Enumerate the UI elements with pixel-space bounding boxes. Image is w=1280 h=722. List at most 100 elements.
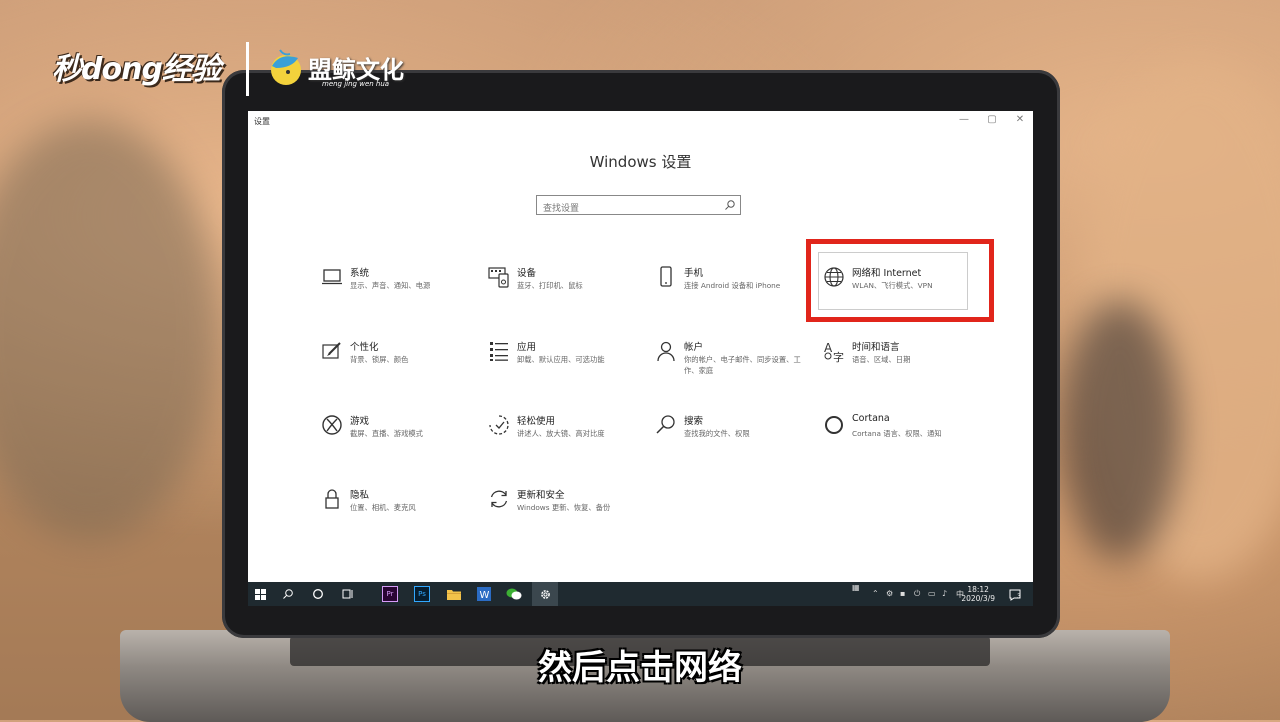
- tray-app-icon[interactable]: ▪: [900, 589, 905, 598]
- taskbar-app-settings[interactable]: [532, 582, 558, 606]
- minimize-button[interactable]: —: [956, 114, 972, 125]
- tile-time-language[interactable]: A字 时间和语言 语音、区域、日期: [822, 337, 972, 385]
- svg-text:字: 字: [833, 350, 844, 363]
- tile-ease-of-access[interactable]: 轻松使用 讲述人、放大镜、高对比度: [487, 411, 637, 459]
- taskbar: Pr Ps W ▦ ⌃ ⚙ ▪ ⏻ ▭ ♪ 中 18:12 2020/3/9 3: [248, 582, 1033, 606]
- ease-of-access-icon: [489, 415, 509, 435]
- task-view-button[interactable]: [336, 582, 360, 606]
- show-hidden-icons-chevron-icon[interactable]: ⌃: [872, 589, 879, 598]
- app-title: 设置: [254, 117, 270, 126]
- tile-subtitle: Cortana 语言、权限、通知: [852, 429, 942, 438]
- whale-logo-icon: [271, 49, 301, 85]
- taskbar-app-premiere[interactable]: Pr: [378, 582, 402, 606]
- tile-subtitle: 显示、声音、通知、电源: [350, 281, 431, 290]
- tile-title: 帐户: [684, 342, 704, 353]
- search-icon: [725, 200, 735, 210]
- maximize-button[interactable]: ▢: [984, 114, 1000, 125]
- clock-time: 18:12: [967, 585, 989, 594]
- tile-system[interactable]: 系统 显示、声音、通知、电源: [320, 263, 470, 311]
- tile-subtitle: 连接 Android 设备和 iPhone: [684, 281, 781, 290]
- brand-logo: 秒dong经验: [52, 52, 221, 87]
- tile-title: 游戏: [350, 416, 370, 427]
- tile-subtitle: 蓝牙、打印机、鼠标: [517, 281, 583, 290]
- background-blur: [0, 120, 220, 540]
- tile-accounts[interactable]: 帐户 你的帐户、电子邮件、同步设置、工作、家庭: [654, 337, 804, 385]
- wechat-icon: [506, 588, 522, 600]
- tile-phone[interactable]: 手机 连接 Android 设备和 iPhone: [654, 263, 804, 311]
- tile-subtitle: 讲述人、放大镜、高对比度: [517, 429, 605, 438]
- person-icon: [657, 341, 675, 362]
- phone-icon: [660, 266, 672, 287]
- taskbar-app-photoshop[interactable]: Ps: [410, 582, 434, 606]
- search-box[interactable]: [536, 195, 741, 218]
- volume-icon[interactable]: ♪: [942, 589, 947, 598]
- background-blur: [1060, 300, 1180, 560]
- search-input[interactable]: [541, 200, 725, 218]
- close-button[interactable]: ✕: [1012, 114, 1028, 125]
- photoshop-icon: Ps: [414, 586, 430, 602]
- search-icon: [656, 415, 675, 434]
- update-icon: [490, 490, 508, 508]
- xbox-icon: [322, 415, 342, 435]
- tile-title: 个性化: [350, 342, 379, 353]
- premiere-icon: Pr: [382, 586, 398, 602]
- start-button[interactable]: [248, 582, 272, 606]
- tile-apps[interactable]: 应用 卸载、默认应用、可选功能: [487, 337, 637, 385]
- tile-title: 轻松使用: [517, 416, 556, 427]
- time-language-icon: A字: [824, 341, 844, 363]
- title-bar: 设置 — ▢ ✕: [248, 111, 1033, 133]
- clock[interactable]: 18:12 2020/3/9: [961, 585, 995, 603]
- svg-text:W: W: [480, 590, 490, 601]
- partner-logo-subtitle: meng jing wen hua: [322, 80, 390, 88]
- word-icon: W: [477, 587, 491, 601]
- cortana-icon: [825, 416, 843, 434]
- tile-devices[interactable]: 设备 蓝牙、打印机、鼠标: [487, 263, 637, 311]
- tile-personalization[interactable]: 个性化 背景、锁屏、颜色: [320, 337, 470, 385]
- taskbar-search-button[interactable]: [276, 582, 300, 606]
- tile-gaming[interactable]: 游戏 截屏、直播、游戏模式: [320, 411, 470, 459]
- lock-icon: [325, 489, 339, 509]
- gear-icon: [540, 589, 550, 599]
- taskbar-app-word[interactable]: W: [472, 582, 496, 606]
- search-icon: [283, 589, 293, 599]
- tile-title: Cortana: [852, 413, 890, 424]
- apps-list-icon: [490, 342, 508, 361]
- logo-divider: [246, 42, 249, 96]
- tile-title: 搜索: [684, 416, 704, 427]
- tray-app-icon[interactable]: ⚙: [886, 589, 893, 598]
- tile-privacy[interactable]: 隐私 位置、相机、麦克风: [320, 485, 470, 533]
- notification-count-badge: 3: [1017, 593, 1021, 600]
- action-center-button[interactable]: 3: [1009, 586, 1023, 602]
- taskbar-app-wechat[interactable]: [502, 582, 526, 606]
- tile-subtitle: 查找我的文件、权限: [684, 429, 750, 438]
- tile-subtitle: 截屏、直播、游戏模式: [350, 429, 423, 438]
- windows-icon: [254, 588, 266, 600]
- tile-subtitle: 卸载、默认应用、可选功能: [517, 355, 605, 364]
- tile-title: 隐私: [350, 490, 370, 501]
- tray-app-icon[interactable]: ⏻: [914, 589, 920, 599]
- highlight-annotation: [806, 239, 994, 322]
- tile-subtitle: 位置、相机、麦克风: [350, 503, 416, 512]
- tile-search[interactable]: 搜索 查找我的文件、权限: [654, 411, 804, 459]
- network-icon[interactable]: ▭: [928, 589, 936, 598]
- laptop-icon: [322, 269, 342, 285]
- tile-subtitle: 语音、区域、日期: [852, 355, 911, 364]
- task-view-icon: [342, 589, 353, 599]
- tile-title: 设备: [517, 268, 537, 279]
- video-caption: 然后点击网络: [538, 648, 742, 688]
- keyboard-printer-icon: [488, 267, 509, 288]
- folder-icon: [447, 590, 461, 600]
- cortana-button[interactable]: [306, 582, 330, 606]
- taskbar-app-explorer[interactable]: [442, 582, 466, 606]
- tile-title: 更新和安全: [517, 490, 565, 501]
- tile-title: 时间和语言: [852, 342, 900, 353]
- tile-cortana[interactable]: Cortana Cortana 语言、权限、通知: [822, 411, 972, 459]
- settings-window: 设置 — ▢ ✕ Windows 设置 系统 显示、声音、通知、电源 设备 蓝牙…: [248, 111, 1033, 606]
- clock-date: 2020/3/9: [961, 594, 995, 603]
- tile-title: 系统: [350, 268, 370, 279]
- tile-subtitle: 你的帐户、电子邮件、同步设置、工作、家庭: [684, 355, 801, 375]
- tile-update-security[interactable]: 更新和安全 Windows 更新、恢复、备份: [487, 485, 637, 533]
- paintbrush-icon: [322, 342, 341, 359]
- page-title: Windows 设置: [589, 153, 692, 171]
- input-method-icon[interactable]: ▦: [852, 583, 860, 592]
